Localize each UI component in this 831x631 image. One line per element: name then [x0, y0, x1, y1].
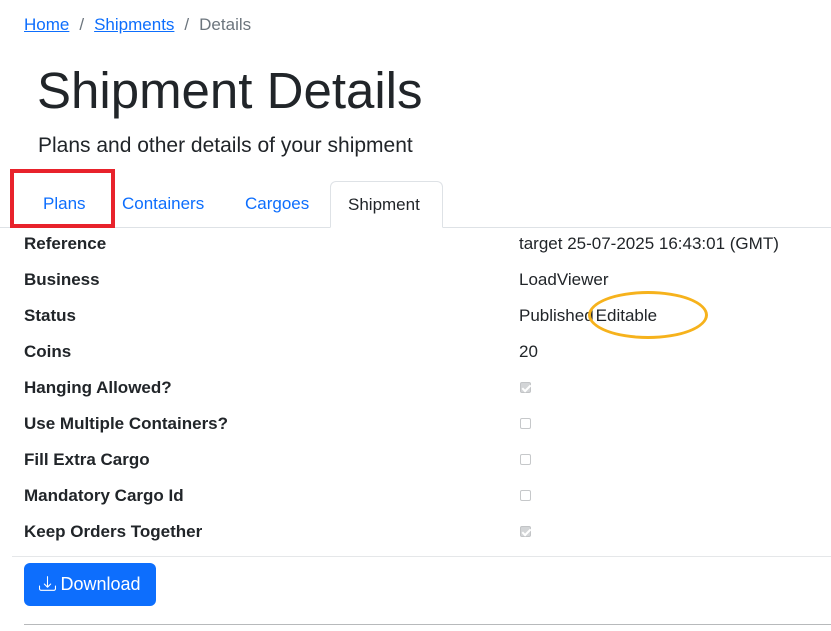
business-label: Business [24, 270, 100, 289]
detail-row-status: Status Published Editable [24, 298, 824, 334]
reference-label: Reference [24, 234, 107, 253]
download-label: Download [60, 574, 141, 594]
detail-row-hanging-allowed: Hanging Allowed? [24, 370, 824, 406]
use-multiple-containers-checkbox [520, 418, 531, 429]
breadcrumb: Home / Shipments / Details [24, 13, 251, 37]
breadcrumb-shipments-link[interactable]: Shipments [94, 15, 174, 34]
hanging-allowed-checkbox [520, 382, 531, 393]
business-value: LoadViewer [519, 270, 609, 289]
tab-containers[interactable]: Containers [122, 181, 204, 227]
download-icon [39, 565, 57, 608]
tab-shipment[interactable]: Shipment [330, 181, 443, 228]
divider [12, 556, 831, 557]
detail-row-use-multiple-containers: Use Multiple Containers? [24, 406, 824, 442]
use-multiple-containers-label: Use Multiple Containers? [24, 414, 229, 433]
fill-extra-cargo-checkbox [520, 454, 531, 465]
page-title: Shipment Details [37, 62, 423, 119]
page-subtitle: Plans and other details of your shipment [38, 134, 413, 157]
status-value-container: Published Editable [519, 305, 657, 327]
mandatory-cargo-id-label: Mandatory Cargo Id [24, 486, 184, 505]
keep-orders-together-label: Keep Orders Together [24, 522, 203, 541]
reference-value: target 25-07-2025 16:43:01 (GMT) [519, 234, 779, 253]
detail-row-keep-orders-together: Keep Orders Together [24, 514, 824, 550]
coins-label: Coins [24, 342, 72, 361]
tab-bar: Plans Containers Cargoes Shipment [0, 181, 831, 228]
divider [24, 624, 831, 625]
breadcrumb-home-link[interactable]: Home [24, 15, 69, 34]
mandatory-cargo-id-checkbox [520, 490, 531, 501]
coins-value: 20 [519, 342, 538, 361]
breadcrumb-current: Details [199, 15, 252, 34]
fill-extra-cargo-label: Fill Extra Cargo [24, 450, 150, 469]
shipment-details-list: Reference target 25-07-2025 16:43:01 (GM… [24, 226, 824, 550]
detail-row-mandatory-cargo-id: Mandatory Cargo Id [24, 478, 824, 514]
hanging-allowed-label: Hanging Allowed? [24, 378, 172, 397]
detail-row-reference: Reference target 25-07-2025 16:43:01 (GM… [24, 226, 824, 262]
keep-orders-together-checkbox [520, 526, 531, 537]
detail-row-fill-extra-cargo: Fill Extra Cargo [24, 442, 824, 478]
detail-row-coins: Coins 20 [24, 334, 824, 370]
tab-cargoes[interactable]: Cargoes [245, 181, 309, 227]
highlight-box-plans [10, 169, 115, 228]
status-editable-label: Editable [595, 306, 658, 325]
download-button[interactable]: Download [24, 563, 156, 606]
status-label: Status [24, 306, 76, 325]
breadcrumb-separator: / [184, 15, 190, 34]
status-value: Published [519, 306, 594, 325]
detail-row-business: Business LoadViewer [24, 262, 824, 298]
breadcrumb-separator: / [79, 15, 85, 34]
